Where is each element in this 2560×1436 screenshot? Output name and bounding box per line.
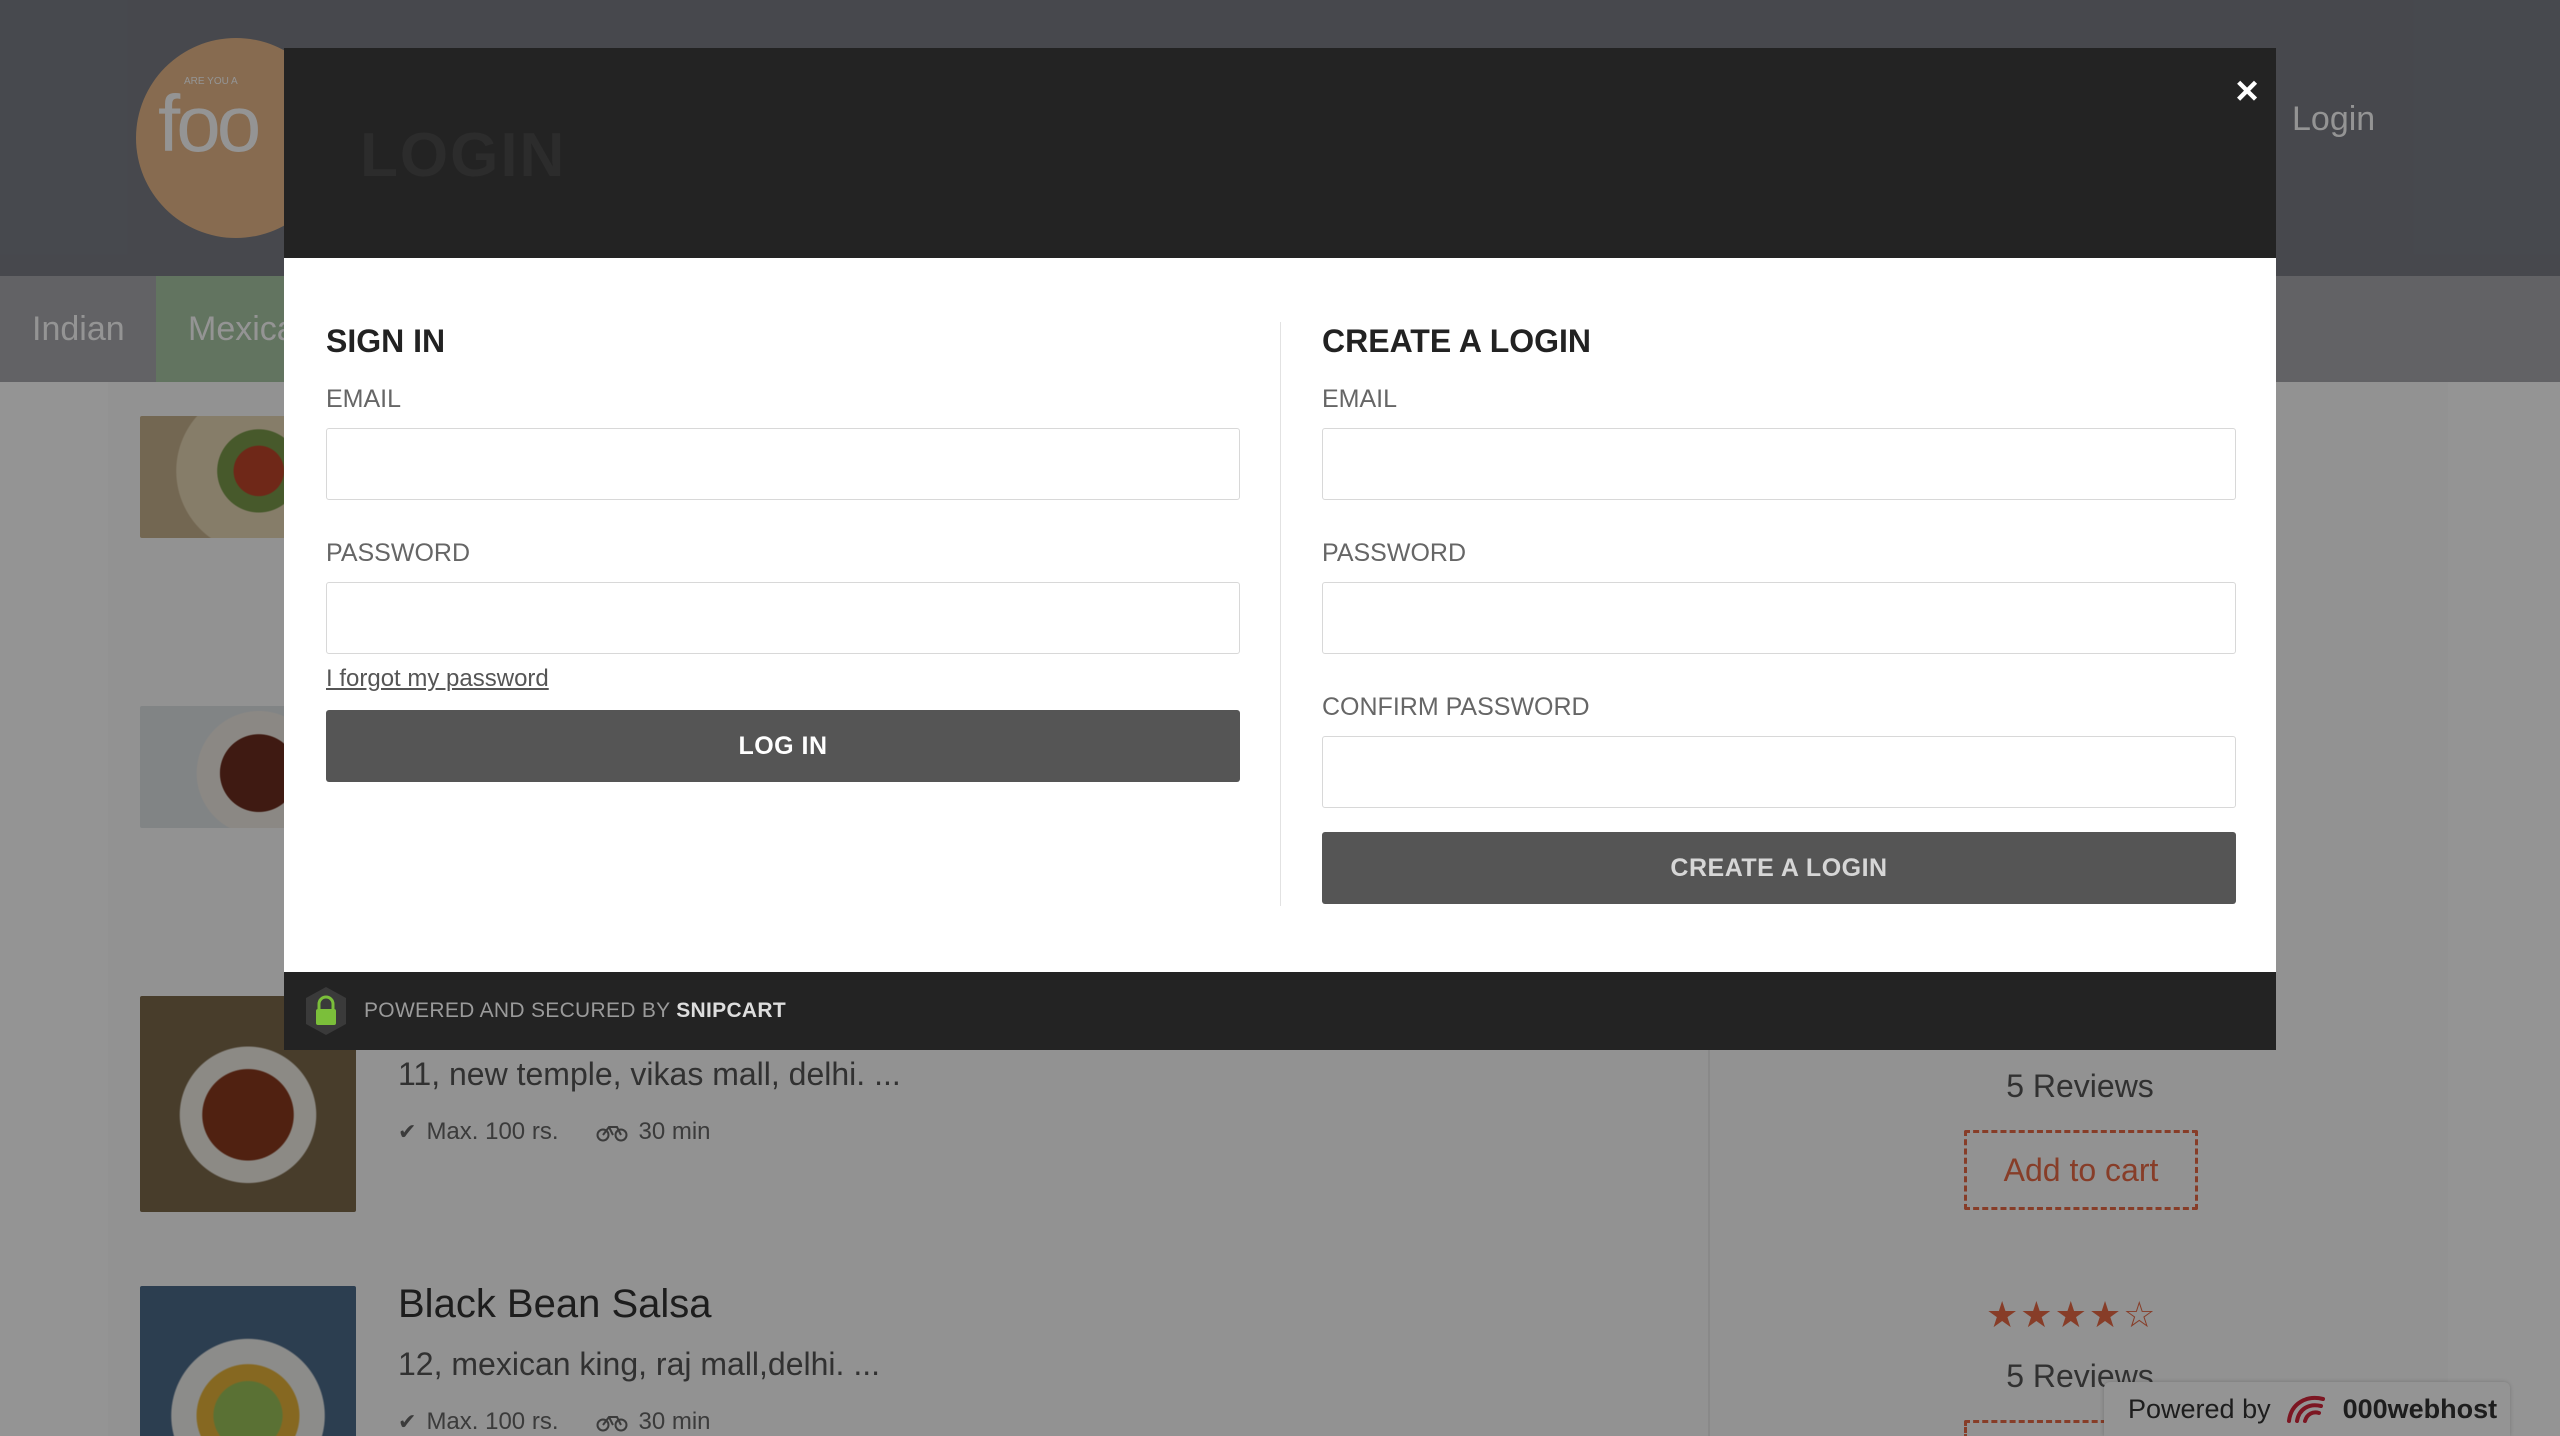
sign-in-email-field[interactable] — [326, 428, 1240, 500]
create-login-button[interactable]: CREATE A LOGIN — [1322, 832, 2236, 904]
modal-body: SIGN IN EMAIL PASSWORD I forgot my passw… — [284, 258, 2276, 972]
modal-header: LOGIN × — [284, 48, 2276, 258]
sign-in-password-label: PASSWORD — [326, 539, 470, 567]
create-email-label: EMAIL — [1322, 385, 1398, 413]
lock-icon — [302, 983, 350, 1039]
create-password-field[interactable] — [1322, 582, 2236, 654]
column-divider — [1280, 322, 1281, 906]
create-password-label: PASSWORD — [1322, 539, 1466, 567]
snipcart-link[interactable]: SNIPCART — [676, 999, 786, 1022]
create-login-section: CREATE A LOGIN EMAIL PASSWORD CONFIRM PA… — [1322, 322, 2236, 904]
modal-title: LOGIN — [360, 121, 567, 190]
footer-prefix: POWERED AND SECURED BY — [364, 999, 671, 1022]
sign-in-section: SIGN IN EMAIL PASSWORD I forgot my passw… — [326, 322, 1240, 782]
login-modal: LOGIN × SIGN IN EMAIL PASSWORD I forgot … — [284, 48, 2276, 1050]
close-icon: × — [2235, 69, 2259, 113]
sign-in-password-field[interactable] — [326, 582, 1240, 654]
sign-in-email-label: EMAIL — [326, 385, 402, 413]
create-email-field[interactable] — [1322, 428, 2236, 500]
sign-in-heading: SIGN IN — [326, 323, 446, 359]
modal-footer: POWERED AND SECURED BY SNIPCART — [284, 972, 2276, 1050]
footer-text: POWERED AND SECURED BY SNIPCART — [364, 999, 786, 1023]
log-in-button[interactable]: LOG IN — [326, 710, 1240, 782]
create-login-heading: CREATE A LOGIN — [1322, 323, 1592, 359]
close-button[interactable]: × — [2224, 68, 2270, 114]
forgot-password-link[interactable]: I forgot my password — [326, 664, 1240, 710]
confirm-password-label: CONFIRM PASSWORD — [1322, 693, 1590, 721]
confirm-password-field[interactable] — [1322, 736, 2236, 808]
